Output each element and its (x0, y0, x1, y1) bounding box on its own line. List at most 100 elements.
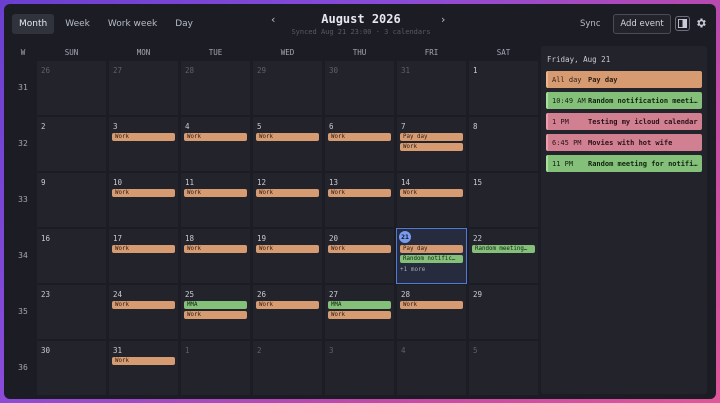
day-cell[interactable]: 9 (36, 172, 107, 228)
day-cell[interactable]: 27 (108, 60, 179, 116)
day-cell[interactable]: 7 Pay day Work (396, 116, 467, 172)
agenda-event-title: Random notification meeting (588, 96, 702, 105)
day-cell[interactable]: 26 Work (252, 284, 323, 340)
agenda-event-title: Random meeting for notifications (588, 159, 702, 168)
day-cell[interactable]: 5 Work (252, 116, 323, 172)
day-cell-today[interactable]: 21 Pay day Random notific… +1 more (396, 228, 467, 284)
day-cell[interactable]: 3 Work (108, 116, 179, 172)
event-chip[interactable]: Work (400, 189, 463, 197)
event-chip[interactable]: Work (328, 189, 391, 197)
event-chip[interactable]: Work (184, 311, 247, 319)
next-month-icon[interactable]: › (441, 13, 445, 26)
tab-work-week[interactable]: Work week (101, 14, 164, 34)
day-cell[interactable]: 29 (468, 284, 539, 340)
day-number: 3 (329, 346, 334, 355)
event-chip[interactable]: Work (112, 189, 175, 197)
side-panel-toggle-icon[interactable] (675, 16, 690, 31)
agenda-event-title: Movies with hot wife (588, 138, 673, 147)
event-chip[interactable]: Work (400, 301, 463, 309)
day-cell[interactable]: 19 Work (252, 228, 323, 284)
event-chip[interactable]: MMA (328, 301, 391, 309)
day-cell[interactable]: 3 (324, 340, 395, 396)
day-cell[interactable]: 30 (36, 340, 107, 396)
event-chip[interactable]: Work (184, 189, 247, 197)
week-number: 35 (18, 307, 28, 316)
day-cell[interactable]: 4 (396, 340, 467, 396)
day-cell[interactable]: 15 (468, 172, 539, 228)
day-cell[interactable]: 20 Work (324, 228, 395, 284)
agenda-event[interactable]: All day Pay day (546, 71, 702, 88)
event-chip[interactable]: Work (400, 143, 463, 151)
day-number: 10 (113, 178, 123, 187)
day-cell[interactable]: 14 Work (396, 172, 467, 228)
event-chip[interactable]: Work (112, 245, 175, 253)
day-cell[interactable]: 16 (36, 228, 107, 284)
agenda-event[interactable]: 1 PM Testing my icloud calendar (546, 113, 702, 130)
event-chip[interactable]: Random notific… (400, 255, 463, 263)
day-cell[interactable]: 1 (180, 340, 251, 396)
day-cell[interactable]: 4 Work (180, 116, 251, 172)
day-cell[interactable]: 26 (36, 60, 107, 116)
add-event-button[interactable]: Add event (613, 14, 671, 34)
event-chip[interactable]: Work (328, 245, 391, 253)
agenda-event-time: 6:45 PM (552, 138, 582, 147)
event-chip[interactable]: Work (112, 357, 175, 365)
sync-button[interactable]: Sync (580, 19, 601, 29)
day-cell[interactable]: 13 Work (324, 172, 395, 228)
day-cell[interactable]: 27 MMA Work (324, 284, 395, 340)
event-chip[interactable]: Work (256, 133, 319, 141)
day-cell[interactable]: 28 (180, 60, 251, 116)
agenda-event-time: All day (552, 75, 582, 84)
day-cell[interactable]: 10 Work (108, 172, 179, 228)
day-number: 20 (329, 234, 339, 243)
event-chip[interactable]: Work (328, 311, 391, 319)
day-number: 3 (113, 122, 118, 131)
day-number: 28 (401, 290, 411, 299)
event-chip[interactable]: Work (112, 133, 175, 141)
event-chip[interactable]: Work (256, 301, 319, 309)
agenda-event[interactable]: 6:45 PM Movies with hot wife (546, 134, 702, 151)
weekday-sun: SUN (64, 48, 79, 57)
day-cell[interactable]: 6 Work (324, 116, 395, 172)
day-cell[interactable]: 23 (36, 284, 107, 340)
day-cell[interactable]: 5 (468, 340, 539, 396)
tab-day[interactable]: Day (168, 14, 200, 34)
event-chip[interactable]: Work (184, 133, 247, 141)
today-date-badge: 21 (399, 231, 411, 243)
event-chip[interactable]: Work (112, 301, 175, 309)
day-cell[interactable]: 2 (36, 116, 107, 172)
agenda-event[interactable]: 11 PM Random meeting for notifications (546, 155, 702, 172)
previous-month-icon[interactable]: ‹ (271, 13, 275, 26)
event-chip[interactable]: Work (256, 189, 319, 197)
event-chip[interactable]: Work (328, 133, 391, 141)
day-cell[interactable]: 28 Work (396, 284, 467, 340)
tab-week[interactable]: Week (58, 14, 97, 34)
event-chip[interactable]: Work (256, 245, 319, 253)
more-events-link[interactable]: +1 more (400, 266, 425, 273)
day-cell[interactable]: 18 Work (180, 228, 251, 284)
event-chip[interactable]: Pay day (400, 133, 463, 141)
event-chip[interactable]: MMA (184, 301, 247, 309)
day-cell[interactable]: 31 Work (108, 340, 179, 396)
day-cell[interactable]: 12 Work (252, 172, 323, 228)
day-cell[interactable]: 11 Work (180, 172, 251, 228)
day-cell[interactable]: 24 Work (108, 284, 179, 340)
day-cell[interactable]: 25 MMA Work (180, 284, 251, 340)
day-cell[interactable]: 2 (252, 340, 323, 396)
event-chip[interactable]: Random meeting… (472, 245, 535, 253)
tab-month[interactable]: Month (12, 14, 55, 34)
agenda-event[interactable]: 10:49 AM Random notification meeting (546, 92, 702, 109)
day-cell[interactable]: 8 (468, 116, 539, 172)
day-cell[interactable]: 31 (396, 60, 467, 116)
day-cell[interactable]: 29 (252, 60, 323, 116)
agenda-event-time: 10:49 AM (552, 96, 586, 105)
top-bar: Month Week Work week Day ‹ August 2026 › Sy… (4, 4, 716, 46)
day-cell[interactable]: 1 (468, 60, 539, 116)
day-cell[interactable]: 22 Random meeting… (468, 228, 539, 284)
day-cell[interactable]: 30 (324, 60, 395, 116)
event-chip[interactable]: Work (184, 245, 247, 253)
gear-icon[interactable] (695, 17, 707, 29)
day-number: 2 (257, 346, 262, 355)
day-cell[interactable]: 17 Work (108, 228, 179, 284)
event-chip[interactable]: Pay day (400, 245, 463, 253)
